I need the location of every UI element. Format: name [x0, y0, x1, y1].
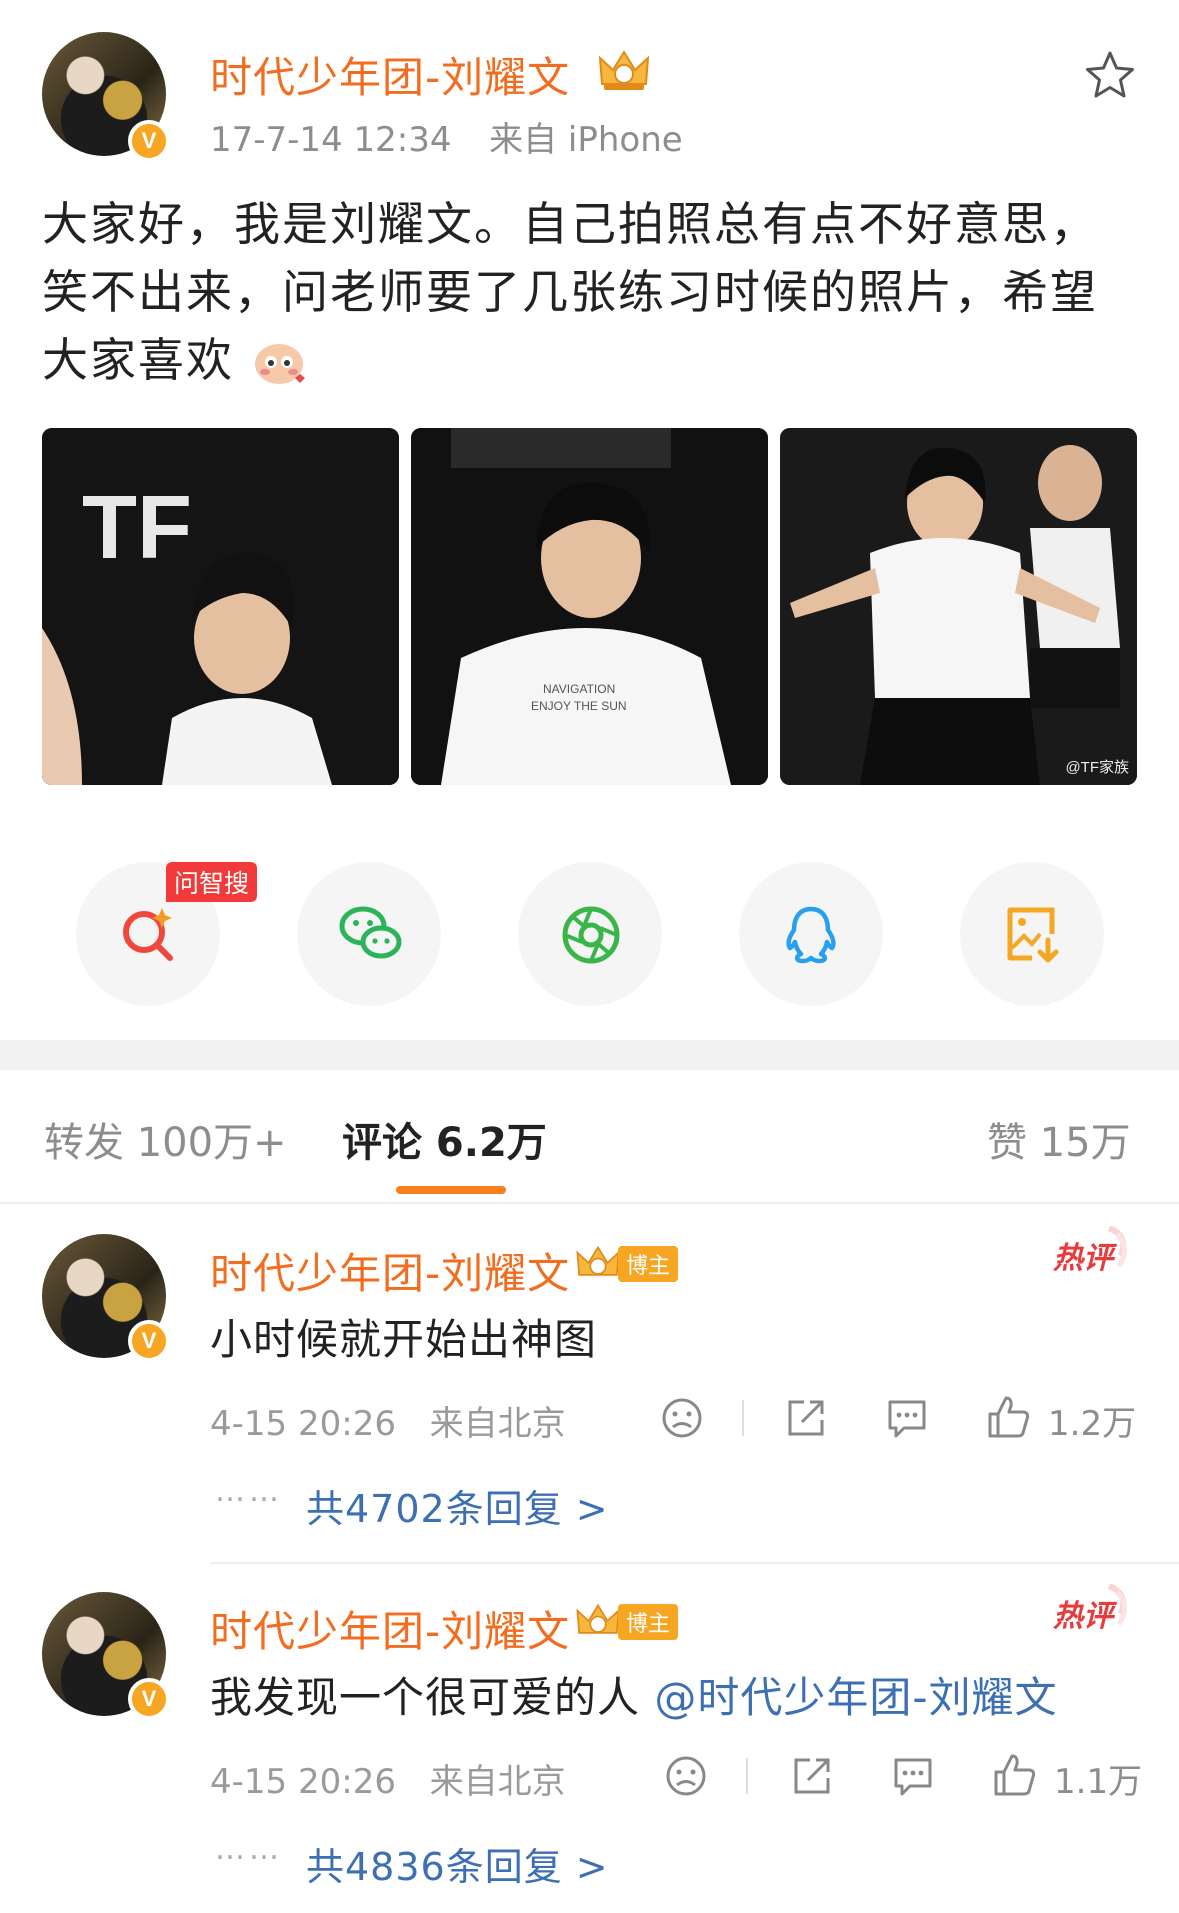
hot-label: 热评: [1052, 1599, 1118, 1634]
svg-text:TF: TF: [82, 478, 192, 578]
comment-time: 4-15 20:26: [210, 1762, 396, 1802]
comment-text-body: 我发现一个很可爱的人: [210, 1673, 655, 1722]
view-replies-link[interactable]: 共4702条回复 >: [306, 1478, 609, 1533]
tab-likes[interactable]: 赞 15万: [987, 1110, 1131, 1168]
post-source: 来自 iPhone: [489, 120, 683, 160]
share-qq-button[interactable]: [739, 862, 883, 1006]
comment-author[interactable]: 时代少年团-刘耀文: [210, 1598, 570, 1659]
comment-author[interactable]: 时代少年团-刘耀文: [210, 1240, 570, 1301]
svg-text:ENJOY THE SUN: ENJOY THE SUN: [531, 699, 627, 713]
member-crown-icon: [576, 1245, 620, 1276]
reply-icon[interactable]: [884, 1396, 930, 1440]
share-icon[interactable]: [790, 1754, 834, 1798]
save-image-icon: [1007, 907, 1059, 963]
comment-text: 我发现一个很可爱的人 @时代少年团-刘耀文: [210, 1664, 1058, 1725]
section-divider: [0, 1040, 1179, 1070]
hot-comment-icon: 热评: [1052, 1584, 1127, 1634]
like-count: 1.2万: [1048, 1404, 1137, 1444]
like-count: 1.1万: [1054, 1762, 1143, 1802]
replies-dots: ……: [215, 1474, 283, 1509]
comment-time: 4-15 20:26: [210, 1404, 396, 1444]
verified-badge: V: [128, 1678, 170, 1720]
action-separator: [746, 1758, 748, 1794]
post-text: 大家好，我是刘耀文。自己拍照总有点不好意思，笑不出来，问老师要了几张练习时候的照…: [42, 197, 1098, 387]
verified-badge: V: [128, 1320, 170, 1362]
photo-watermark: @TF家族: [1065, 759, 1129, 776]
comment-location: 来自北京: [429, 1404, 566, 1444]
wechat-icon: [339, 906, 402, 959]
dislike-icon[interactable]: [664, 1754, 708, 1798]
share-wechat-button[interactable]: [297, 862, 441, 1006]
ai-search-icon: [123, 908, 173, 961]
hot-label: 热评: [1052, 1241, 1118, 1276]
post-timestamp: 17-7-14 12:34: [210, 120, 452, 160]
verified-badge: V: [128, 120, 170, 162]
comment-text: 小时候就开始出神图: [210, 1315, 598, 1364]
tab-comments[interactable]: 评论 6.2万: [342, 1110, 547, 1168]
author-badge: 博主: [618, 1246, 679, 1282]
like-icon[interactable]: [992, 1752, 1038, 1798]
ai-search-tag: 问智搜: [166, 862, 258, 902]
post-photo-1[interactable]: TF: [42, 428, 399, 785]
author-name[interactable]: 时代少年团-刘耀文: [210, 44, 570, 105]
svg-text:NAVIGATION: NAVIGATION: [543, 682, 615, 696]
member-crown-icon: [576, 1603, 620, 1634]
moments-icon: [562, 906, 620, 964]
save-image-button[interactable]: [960, 862, 1104, 1006]
reply-icon[interactable]: [890, 1754, 936, 1798]
comment-divider: [210, 1562, 1179, 1564]
replies-dots: ……: [215, 1832, 283, 1867]
post-photo-3[interactable]: @TF家族: [780, 428, 1137, 785]
post-photo-2[interactable]: NAVIGATION ENJOY THE SUN: [411, 428, 768, 785]
favorite-star-icon[interactable]: [1084, 50, 1136, 100]
share-moments-button[interactable]: [518, 862, 662, 1006]
action-separator: [742, 1400, 744, 1436]
dislike-icon[interactable]: [660, 1396, 704, 1440]
tabs-divider: [0, 1202, 1179, 1204]
member-crown-icon: [598, 50, 650, 90]
comment-location: 来自北京: [429, 1762, 566, 1802]
active-tab-indicator: [396, 1186, 506, 1194]
view-replies-link[interactable]: 共4836条回复 >: [306, 1836, 609, 1891]
qq-icon: [786, 906, 836, 964]
shy-emoji-icon: [254, 344, 305, 384]
author-badge: 博主: [618, 1604, 679, 1640]
post-body: 大家好，我是刘耀文。自己拍照总有点不好意思，笑不出来，问老师要了几张练习时候的照…: [42, 190, 1142, 394]
mention-link[interactable]: @时代少年团-刘耀文: [654, 1673, 1057, 1722]
share-icon[interactable]: [784, 1396, 828, 1440]
like-icon[interactable]: [986, 1394, 1032, 1440]
hot-comment-icon: 热评: [1052, 1226, 1127, 1276]
tab-repost[interactable]: 转发 100万+: [44, 1110, 287, 1168]
